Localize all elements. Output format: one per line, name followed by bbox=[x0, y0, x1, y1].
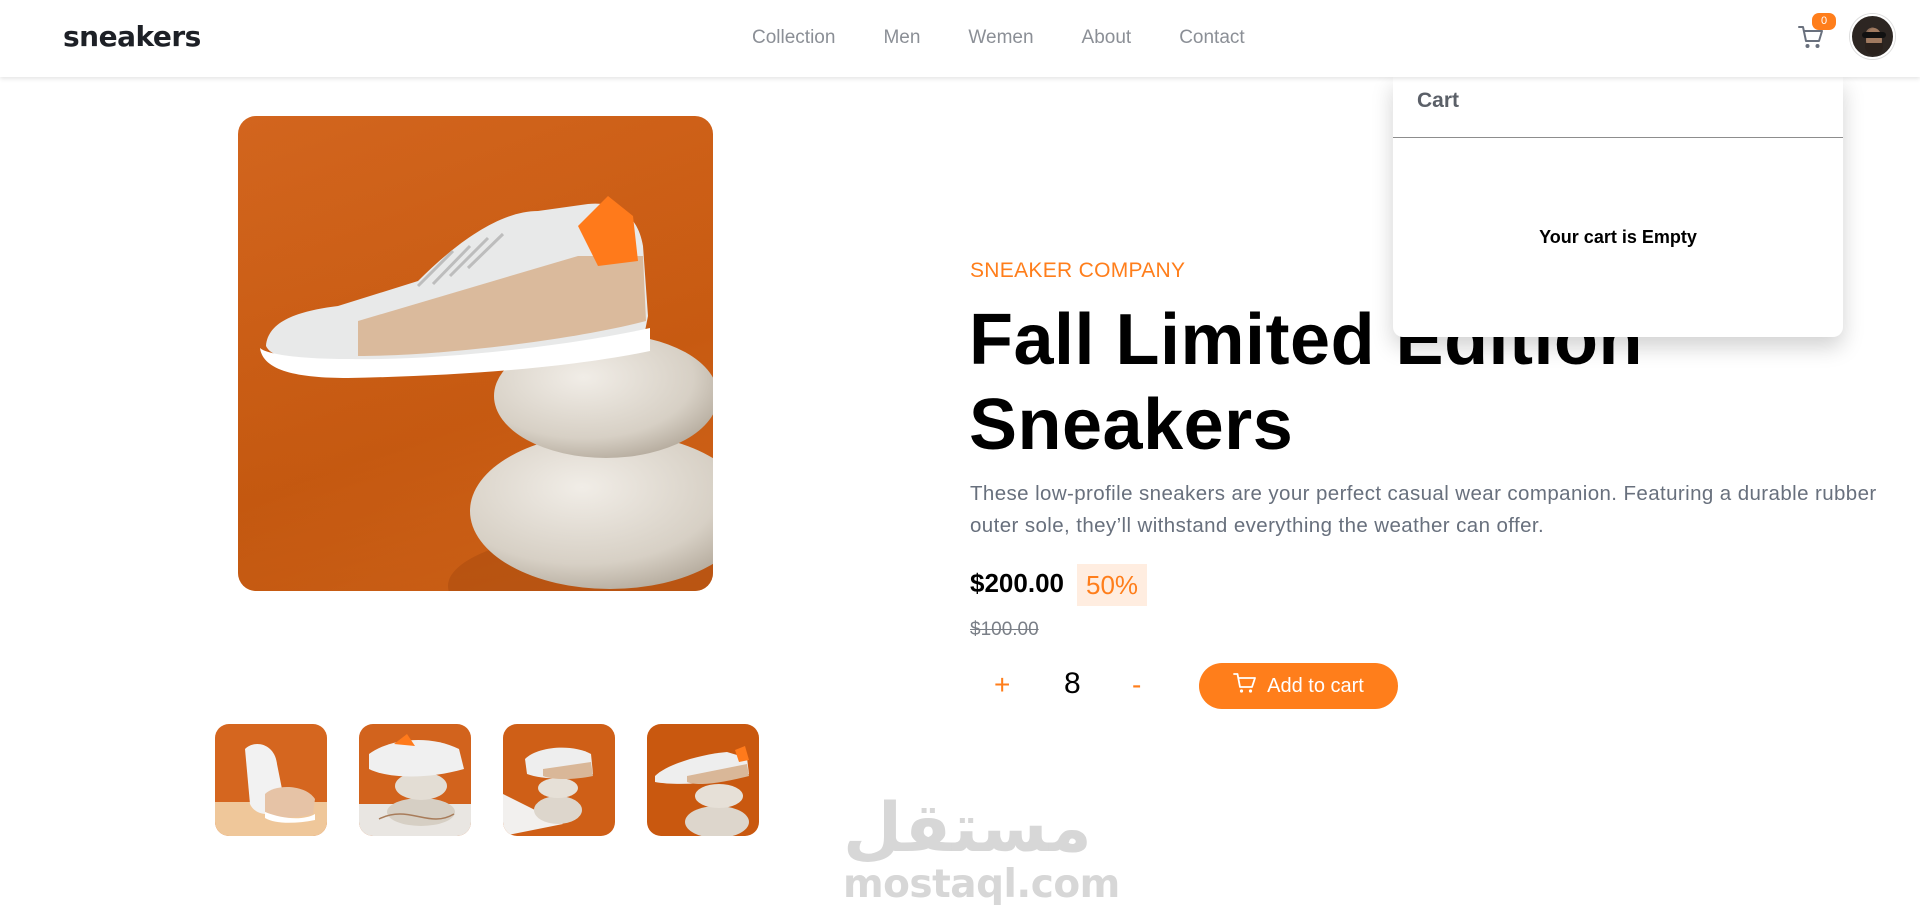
quantity-increase-button[interactable]: + bbox=[994, 669, 1010, 701]
cart-count-badge: 0 bbox=[1812, 13, 1836, 30]
watermark-latin: mostaql.com bbox=[843, 862, 1120, 907]
original-price: $100.00 bbox=[970, 619, 1039, 640]
thumbnail-2[interactable] bbox=[359, 724, 471, 836]
add-to-cart-button[interactable]: Add to cart bbox=[1199, 663, 1398, 709]
site-logo[interactable]: sneakers bbox=[63, 20, 201, 53]
product-main-image[interactable] bbox=[238, 116, 713, 591]
product-price: $200.00 bbox=[970, 568, 1064, 598]
discount-badge: 50% bbox=[1077, 564, 1148, 606]
thumbnail-strip bbox=[215, 724, 791, 836]
nav-link-collection[interactable]: Collection bbox=[752, 27, 835, 49]
site-header: sneakers Collection Men Wemen About Cont… bbox=[0, 0, 1920, 77]
main-nav: Collection Men Wemen About Contact bbox=[752, 27, 1293, 49]
thumbnail-4[interactable] bbox=[647, 724, 759, 836]
cart-icon bbox=[1233, 672, 1257, 700]
thumbnail-3[interactable] bbox=[503, 724, 615, 836]
add-to-cart-label: Add to cart bbox=[1267, 674, 1364, 697]
quantity-decrease-button[interactable]: - bbox=[1132, 669, 1141, 701]
nav-link-contact[interactable]: Contact bbox=[1179, 27, 1244, 49]
cart-dropdown: Cart Your cart is Empty bbox=[1393, 77, 1843, 337]
product-company: SNEAKER COMPANY bbox=[970, 259, 1186, 282]
cart-divider bbox=[1393, 137, 1843, 138]
quantity-value: 8 bbox=[1064, 667, 1081, 700]
nav-link-men[interactable]: Men bbox=[883, 27, 920, 49]
nav-link-women[interactable]: Wemen bbox=[968, 27, 1033, 49]
user-avatar[interactable] bbox=[1850, 14, 1895, 59]
cart-title: Cart bbox=[1417, 89, 1460, 112]
nav-link-about[interactable]: About bbox=[1082, 27, 1132, 49]
watermark-arabic: مستقل bbox=[843, 789, 1092, 868]
product-description: These low-profile sneakers are your perf… bbox=[970, 482, 1877, 537]
thumbnail-1[interactable] bbox=[215, 724, 327, 836]
cart-empty-message: Your cart is Empty bbox=[1539, 227, 1697, 247]
